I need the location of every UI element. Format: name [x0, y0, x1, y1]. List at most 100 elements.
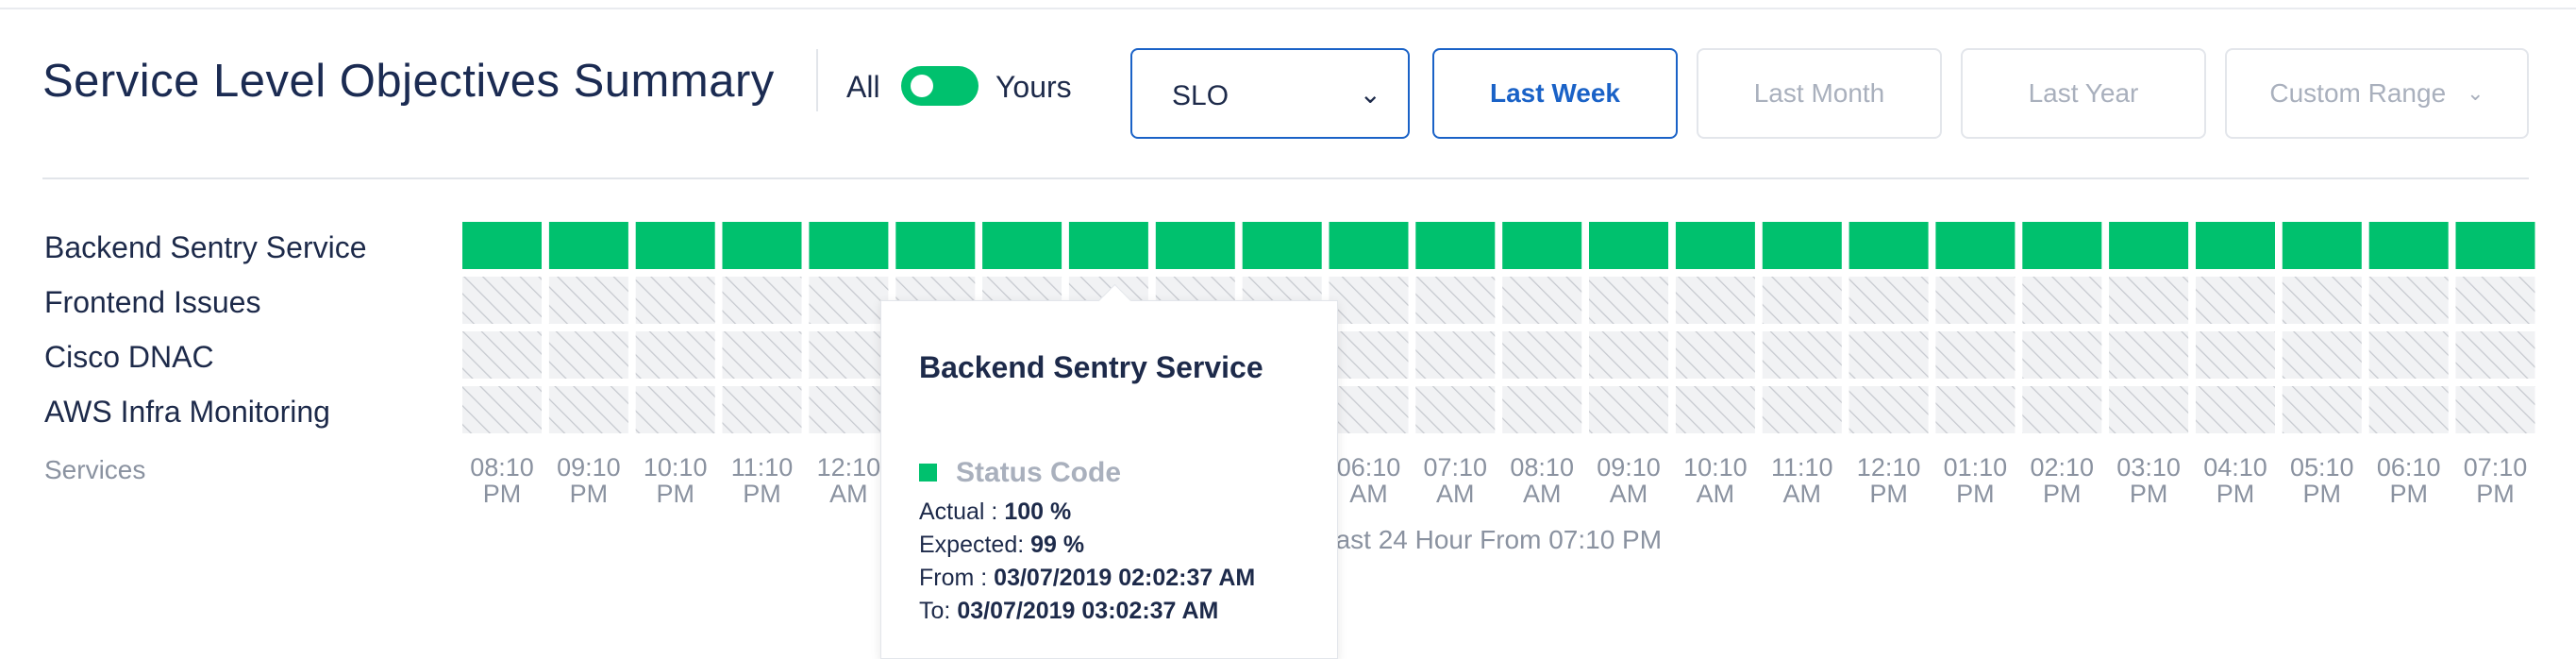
status-cell-no-data[interactable] [1762, 277, 1842, 324]
status-cell-no-data[interactable] [2196, 277, 2275, 324]
status-cell-no-data[interactable] [1589, 386, 1668, 433]
status-cell-ok[interactable] [1848, 222, 1929, 269]
status-cell-no-data[interactable] [2022, 277, 2102, 324]
status-cell-ok[interactable] [548, 222, 628, 269]
status-cell-ok[interactable] [2196, 222, 2275, 269]
status-cell-no-data[interactable] [2196, 386, 2275, 433]
status-cell-no-data[interactable] [1935, 331, 2016, 379]
status-cell-no-data[interactable] [1329, 386, 1409, 433]
status-cell-ok[interactable] [1502, 222, 1582, 269]
status-cell-ok[interactable] [2109, 222, 2189, 269]
tooltip-expected-label: Expected: [919, 532, 1025, 558]
status-cell-no-data[interactable] [1935, 386, 2016, 433]
status-cell-ok[interactable] [895, 222, 976, 269]
status-cell-no-data[interactable] [1502, 331, 1582, 379]
status-cell-no-data[interactable] [2368, 386, 2449, 433]
status-cell-no-data[interactable] [635, 386, 715, 433]
status-cell-no-data[interactable] [809, 386, 889, 433]
tooltip-from: From : 03/07/2019 02:02:37 AM [919, 565, 1255, 592]
status-cell-ok[interactable] [635, 222, 715, 269]
status-cell-no-data[interactable] [1415, 277, 1496, 324]
tooltip-from-value: 03/07/2019 02:02:37 AM [994, 565, 1256, 591]
time-tick-label: 10:10 PM [643, 453, 708, 508]
status-cell-no-data[interactable] [722, 386, 802, 433]
status-cell-no-data[interactable] [2455, 277, 2535, 324]
time-tick-label: 06:10 AM [1336, 453, 1401, 508]
tooltip-metric-label: Status Code [956, 457, 1122, 488]
status-cell-ok[interactable] [1762, 222, 1842, 269]
status-cell-no-data[interactable] [722, 331, 802, 379]
status-cell-no-data[interactable] [462, 386, 542, 433]
status-cell-no-data[interactable] [2455, 331, 2535, 379]
status-cell-no-data[interactable] [2282, 331, 2362, 379]
status-cell-no-data[interactable] [548, 386, 628, 433]
time-tick-label: 10:10 AM [1683, 453, 1748, 508]
status-cell-ok[interactable] [2022, 222, 2102, 269]
tooltip-expected-value: 99 % [1030, 532, 1085, 558]
status-cell-no-data[interactable] [548, 331, 628, 379]
status-cell-no-data[interactable] [722, 277, 802, 324]
time-tick-label: 07:10 PM [2463, 453, 2528, 508]
time-tick-label: 02:10 PM [2030, 453, 2095, 508]
status-cell-no-data[interactable] [462, 277, 542, 324]
status-cell-no-data[interactable] [2022, 331, 2102, 379]
status-cell-no-data[interactable] [2455, 386, 2535, 433]
time-tick-label: 06:10 PM [2376, 453, 2441, 508]
status-cell-no-data[interactable] [1589, 331, 1668, 379]
status-cell-no-data[interactable] [2109, 386, 2189, 433]
status-cell-ok[interactable] [1935, 222, 2016, 269]
time-tick-label: 12:10 AM [816, 453, 881, 508]
status-cell-no-data[interactable] [2282, 277, 2362, 324]
status-cell-ok[interactable] [2282, 222, 2362, 269]
status-cell-no-data[interactable] [1762, 386, 1842, 433]
status-cell-no-data[interactable] [1675, 277, 1755, 324]
status-cell-ok[interactable] [1329, 222, 1409, 269]
status-cell-no-data[interactable] [2368, 331, 2449, 379]
time-tick-label: 09:10 PM [557, 453, 621, 508]
status-cell-ok[interactable] [1415, 222, 1496, 269]
status-cell-ok[interactable] [982, 222, 1062, 269]
status-cell-no-data[interactable] [1762, 331, 1842, 379]
status-cell-ok[interactable] [1589, 222, 1668, 269]
status-legend-square [919, 464, 937, 482]
status-cell-no-data[interactable] [1675, 331, 1755, 379]
time-tick-label: 09:10 AM [1597, 453, 1661, 508]
status-cell-ok[interactable] [722, 222, 802, 269]
status-cell-no-data[interactable] [2282, 386, 2362, 433]
status-cell-ok[interactable] [1155, 222, 1235, 269]
status-cell-ok[interactable] [2455, 222, 2535, 269]
status-cell-no-data[interactable] [1415, 331, 1496, 379]
status-cell-no-data[interactable] [635, 277, 715, 324]
status-cell-no-data[interactable] [1848, 277, 1929, 324]
status-cell-no-data[interactable] [2109, 331, 2189, 379]
status-cell-no-data[interactable] [1502, 277, 1582, 324]
status-cell-no-data[interactable] [548, 277, 628, 324]
status-cell-no-data[interactable] [1935, 277, 2016, 324]
status-cell-no-data[interactable] [1675, 386, 1755, 433]
status-cell-no-data[interactable] [2022, 386, 2102, 433]
status-cell-ok[interactable] [809, 222, 889, 269]
status-cell-ok[interactable] [462, 222, 542, 269]
tooltip-to-label: To: [919, 598, 951, 624]
status-cell-no-data[interactable] [809, 331, 889, 379]
status-cell-no-data[interactable] [809, 277, 889, 324]
status-cell-no-data[interactable] [2109, 277, 2189, 324]
status-cell-no-data[interactable] [1848, 386, 1929, 433]
time-tick-label: 08:10 AM [1510, 453, 1574, 508]
status-cell-ok[interactable] [1242, 222, 1322, 269]
status-cell-no-data[interactable] [635, 331, 715, 379]
status-cell-no-data[interactable] [1848, 331, 1929, 379]
status-cell-ok[interactable] [2368, 222, 2449, 269]
status-cell-no-data[interactable] [1589, 277, 1668, 324]
tooltip-to-value: 03/07/2019 03:02:37 AM [957, 598, 1219, 624]
status-cell-no-data[interactable] [1415, 386, 1496, 433]
tooltip-to: To: 03/07/2019 03:02:37 AM [919, 598, 1218, 625]
status-cell-no-data[interactable] [2196, 331, 2275, 379]
status-cell-no-data[interactable] [462, 331, 542, 379]
status-cell-no-data[interactable] [2368, 277, 2449, 324]
status-cell-no-data[interactable] [1329, 277, 1409, 324]
status-cell-no-data[interactable] [1329, 331, 1409, 379]
status-cell-ok[interactable] [1675, 222, 1755, 269]
status-cell-no-data[interactable] [1502, 386, 1582, 433]
status-cell-ok[interactable] [1068, 222, 1148, 269]
